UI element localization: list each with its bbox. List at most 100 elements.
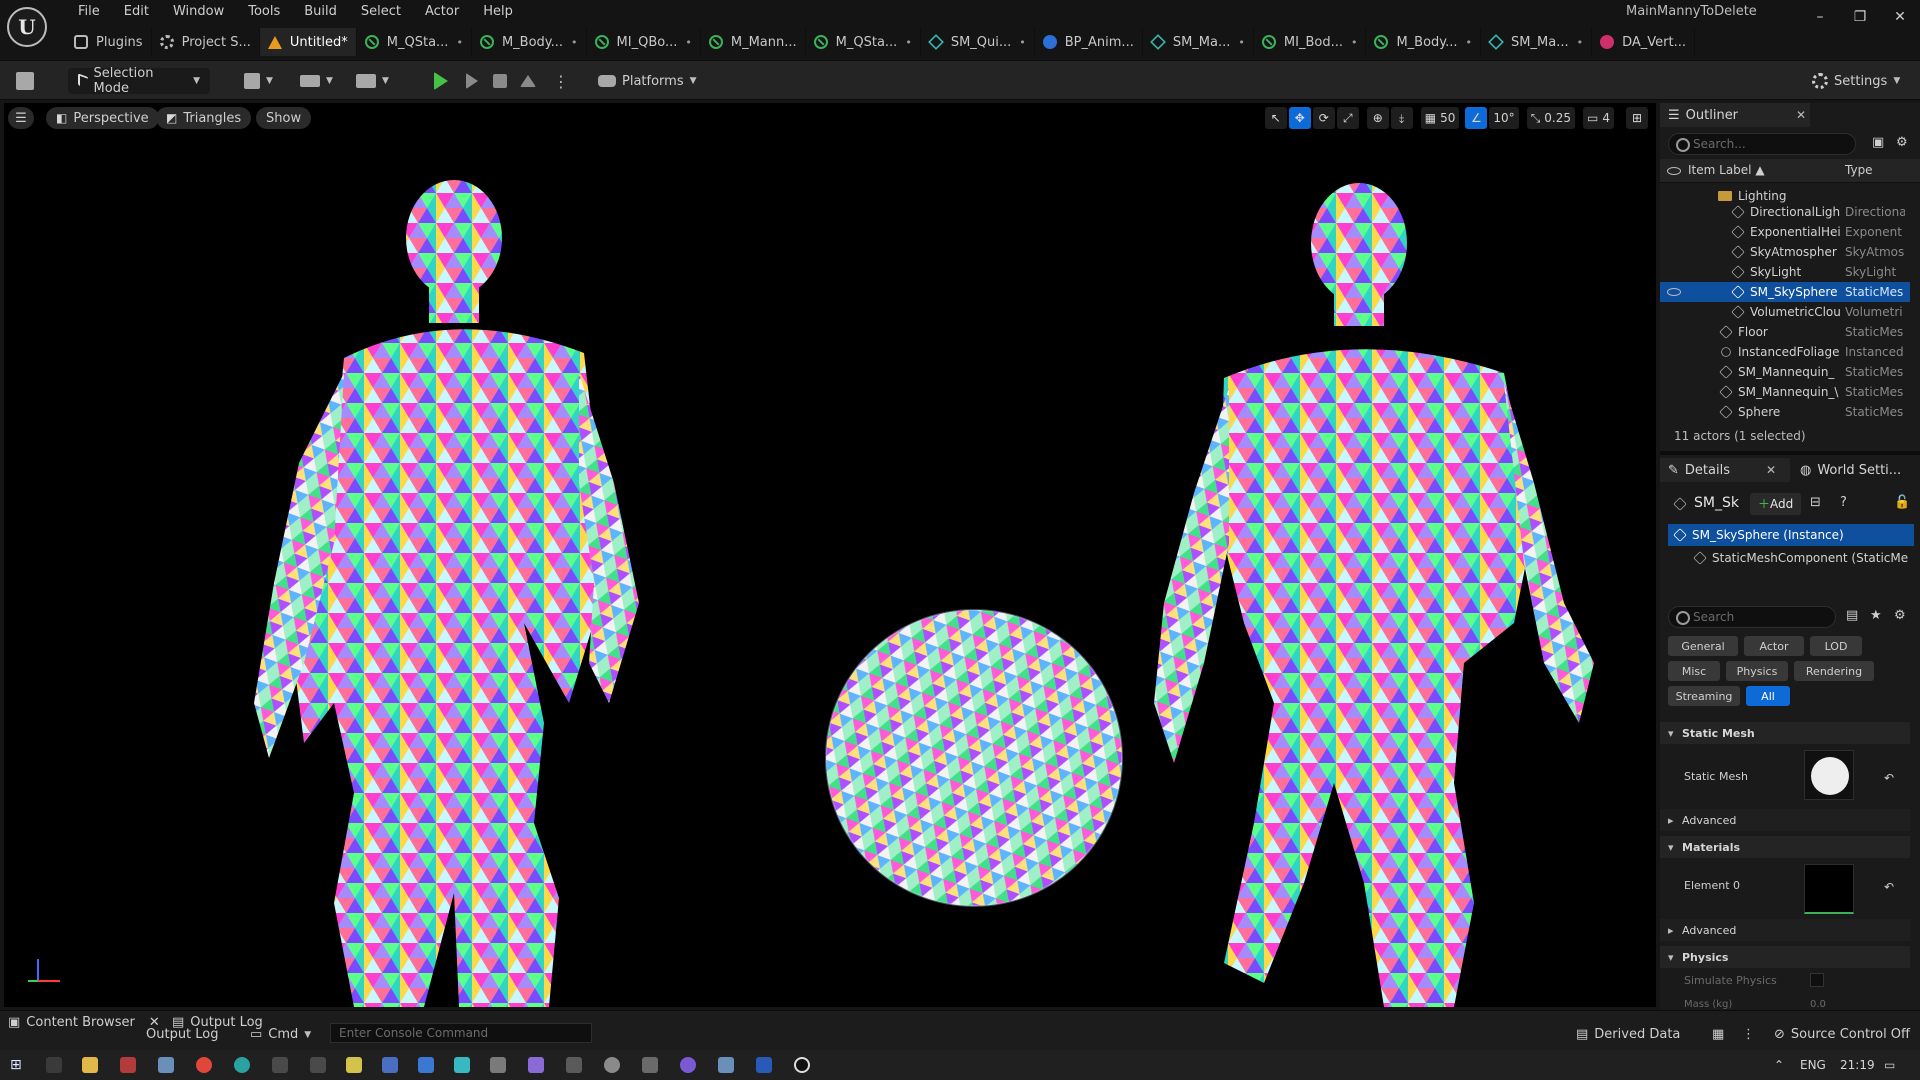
- menu-actor[interactable]: Actor: [413, 2, 471, 22]
- save-button[interactable]: [16, 68, 34, 94]
- app-icon[interactable]: [310, 1057, 326, 1073]
- app-icon[interactable]: [566, 1057, 582, 1073]
- filter-actor[interactable]: Actor: [1744, 636, 1804, 656]
- component-row-instance[interactable]: SM_SkySphere (Instance): [1668, 524, 1914, 546]
- tab-sm-ma[interactable]: SM_Ma... •: [1143, 28, 1254, 56]
- unreal-engine-icon[interactable]: [794, 1057, 810, 1073]
- filter-general[interactable]: General: [1668, 636, 1738, 656]
- maximize-button[interactable]: ❐: [1840, 4, 1880, 30]
- item-label-column[interactable]: Item Label ▲: [1688, 163, 1765, 177]
- help-icon[interactable]: ?: [1840, 495, 1847, 510]
- platforms-dropdown[interactable]: Platforms ▼: [598, 68, 697, 94]
- simulate-physics-checkbox[interactable]: [1810, 973, 1824, 987]
- close-icon[interactable]: ✕: [1796, 108, 1806, 122]
- tab-da-vert[interactable]: DA_Vert...: [1592, 28, 1696, 56]
- gear-icon[interactable]: ⚙: [1894, 608, 1906, 623]
- tab-m-mann[interactable]: M_Mann...: [701, 28, 806, 56]
- visibility-eye-icon[interactable]: [1667, 167, 1681, 175]
- notification-icon[interactable]: ▭: [1884, 1058, 1895, 1072]
- outliner-row-floor[interactable]: Floor StaticMes: [1660, 322, 1910, 342]
- app-icon[interactable]: [382, 1057, 398, 1073]
- right-mannequin-mesh[interactable]: [1154, 183, 1594, 1007]
- section-physics[interactable]: Physics: [1660, 946, 1910, 968]
- add-actor-button[interactable]: ▼: [244, 68, 273, 94]
- settings-dropdown[interactable]: Settings ▼: [1812, 68, 1900, 94]
- lock-icon[interactable]: 🔓: [1894, 495, 1910, 510]
- filter-lod[interactable]: LOD: [1810, 636, 1862, 656]
- menu-edit[interactable]: Edit: [112, 2, 161, 22]
- star-icon[interactable]: ★: [1870, 608, 1882, 623]
- app-icon[interactable]: [756, 1057, 772, 1073]
- material-thumbnail[interactable]: [1804, 864, 1854, 914]
- windows-start-icon[interactable]: ⊞: [10, 1057, 26, 1073]
- tab-m-body-2[interactable]: M_Body... •: [1366, 28, 1482, 56]
- static-mesh-thumbnail[interactable]: [1804, 750, 1854, 800]
- app-icon[interactable]: [680, 1057, 696, 1073]
- add-component-button[interactable]: ＋Add: [1750, 493, 1802, 515]
- app-icon[interactable]: [158, 1057, 174, 1073]
- tab-m-qsta[interactable]: M_QSta... •: [357, 28, 472, 56]
- app-icon[interactable]: [718, 1057, 734, 1073]
- menu-file[interactable]: File: [66, 2, 112, 22]
- content-browser-tab[interactable]: ▣ Content Browser ✕: [8, 1015, 160, 1030]
- derived-data-button[interactable]: ▤ Derived Data: [1576, 1027, 1680, 1042]
- tab-mi-bod[interactable]: MI_Bod... •: [1254, 28, 1367, 56]
- add-folder-icon[interactable]: ▣: [1872, 135, 1884, 150]
- tab-plugins[interactable]: Plugins: [66, 28, 152, 56]
- edge-icon[interactable]: [234, 1057, 250, 1073]
- tab-bp-anim[interactable]: BP_Anim...: [1035, 28, 1143, 56]
- blueprint-convert-icon[interactable]: ⊟: [1810, 495, 1821, 510]
- gear-icon[interactable]: ⚙: [1896, 135, 1908, 150]
- details-tab[interactable]: ✎ Details ✕: [1660, 458, 1790, 482]
- outliner-row-sm-mannequin-1[interactable]: SM_Mannequin_ StaticMes: [1660, 362, 1910, 382]
- source-control-button[interactable]: ⊘ Source Control Off: [1774, 1027, 1910, 1042]
- section-advanced-materials[interactable]: Advanced: [1660, 919, 1910, 941]
- sphere-mesh[interactable]: [825, 609, 1123, 907]
- outliner-row-exponential-fog[interactable]: ExponentialHei Exponent: [1660, 222, 1910, 242]
- section-materials[interactable]: Materials: [1660, 836, 1910, 858]
- outliner-row-instanced-foliage[interactable]: InstancedFoliage Instanced: [1660, 342, 1910, 362]
- app-icon[interactable]: [490, 1057, 506, 1073]
- menu-help[interactable]: Help: [471, 2, 525, 22]
- filter-physics[interactable]: Physics: [1726, 661, 1788, 681]
- tray-chevron-icon[interactable]: ⌃: [1774, 1058, 1784, 1072]
- app-icon[interactable]: [604, 1057, 620, 1073]
- app-icon[interactable]: [454, 1057, 470, 1073]
- reset-arrow-icon[interactable]: ↶: [1884, 771, 1894, 785]
- filter-streaming[interactable]: Streaming: [1668, 686, 1740, 706]
- section-static-mesh[interactable]: Static Mesh: [1660, 722, 1910, 744]
- outliner-row-sky-light[interactable]: SkyLight SkyLight: [1660, 262, 1910, 282]
- file-explorer-icon[interactable]: [82, 1057, 98, 1073]
- outliner-row-sm-skysphere[interactable]: SM_SkySphere StaticMes: [1660, 282, 1910, 302]
- reset-arrow-icon[interactable]: ↶: [1884, 880, 1894, 894]
- app-icon[interactable]: [120, 1057, 136, 1073]
- app-icon[interactable]: [346, 1057, 362, 1073]
- console-input[interactable]: Enter Console Command: [330, 1023, 592, 1043]
- visibility-eye-icon[interactable]: [1667, 288, 1681, 296]
- outliner-row-sky-atmosphere[interactable]: SkyAtmospher SkyAtmos: [1660, 242, 1910, 262]
- filter-all[interactable]: All: [1746, 686, 1790, 706]
- tab-sm-qui[interactable]: SM_Qui... •: [921, 28, 1035, 56]
- menu-build[interactable]: Build: [292, 2, 349, 22]
- tab-untitled[interactable]: Untitled*: [259, 28, 357, 56]
- outliner-row-sm-mannequin-2[interactable]: SM_Mannequin_\ StaticMes: [1660, 382, 1910, 402]
- cmd-dropdown[interactable]: ▭ Cmd ▼: [250, 1027, 311, 1042]
- revision-control-icon[interactable]: ▦: [1712, 1027, 1724, 1042]
- outliner-row-volumetric-cloud[interactable]: VolumetricClou Volumetri: [1660, 302, 1910, 322]
- table-view-icon[interactable]: ▤: [1846, 608, 1858, 623]
- minimize-button[interactable]: –: [1800, 4, 1840, 30]
- filter-rendering[interactable]: Rendering: [1794, 661, 1874, 681]
- outliner-search-input[interactable]: Search...: [1668, 133, 1856, 155]
- advance-frame-button[interactable]: [466, 68, 478, 94]
- menu-tools[interactable]: Tools: [236, 2, 292, 22]
- eject-button[interactable]: [520, 68, 536, 94]
- details-search-input[interactable]: Search: [1668, 606, 1836, 628]
- play-button[interactable]: [434, 68, 448, 94]
- outliner-row-sphere[interactable]: Sphere StaticMes: [1660, 402, 1910, 422]
- app-icon[interactable]: [418, 1057, 434, 1073]
- tab-m-qsta-2[interactable]: M_QSta... •: [806, 28, 921, 56]
- unreal-logo-icon[interactable]: U: [7, 7, 47, 47]
- app-icon[interactable]: [528, 1057, 544, 1073]
- close-icon[interactable]: ✕: [1766, 463, 1776, 477]
- cinematics-button[interactable]: ▼: [356, 68, 389, 94]
